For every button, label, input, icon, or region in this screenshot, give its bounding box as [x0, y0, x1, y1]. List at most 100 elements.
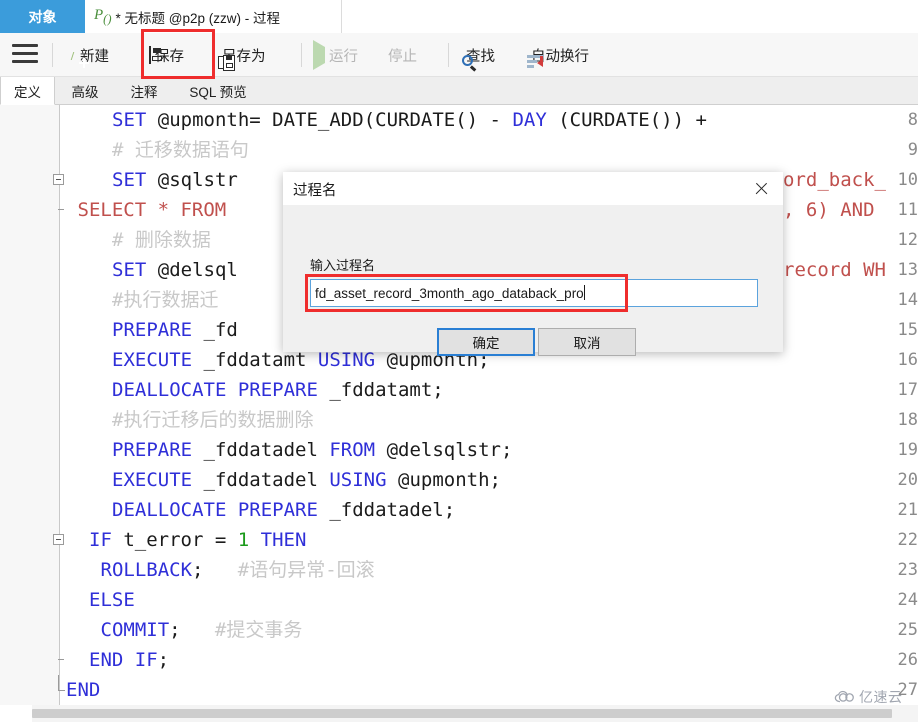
- code-token: ;: [169, 619, 181, 641]
- code-token: SET: [112, 259, 147, 281]
- text-caret: [583, 285, 585, 300]
- ok-button[interactable]: 确定: [437, 328, 535, 356]
- tab-advanced[interactable]: 高级: [55, 77, 115, 105]
- line-number: 23: [897, 560, 918, 580]
- code-token: _fddatamt;: [317, 379, 444, 401]
- code-token: +: [684, 109, 707, 131]
- code-token: ELSE: [89, 589, 135, 611]
- line-number: 25: [897, 620, 918, 640]
- watermark-text: 亿速云: [859, 689, 903, 705]
- code-token: EXECUTE: [112, 349, 193, 371]
- procedure-name-input-value: fd_asset_record_3month_ago_databack_pro: [315, 285, 585, 301]
- code-line: ROLLBACK; #语句异常-回滚: [66, 555, 375, 585]
- code-line: SET @upmonth= DATE_ADD(CURDATE() - DAY (…: [66, 105, 707, 135]
- code-line: # 删除数据: [66, 225, 211, 255]
- new-button[interactable]: 新建: [70, 40, 109, 70]
- code-token: (: [546, 109, 570, 131]
- line-number: 9: [907, 140, 918, 160]
- code-token: DEALLOCATE PREPARE: [112, 379, 318, 401]
- code-token: #提交事务: [180, 619, 303, 641]
- code-token: # 迁移数据语句: [112, 139, 249, 161]
- code-line: IF t_error = 1 THEN: [66, 525, 306, 555]
- code-line: # 迁移数据语句: [66, 135, 249, 165]
- code-line: PREPARE _fd: [66, 315, 238, 345]
- stop-button[interactable]: 停止: [384, 40, 417, 70]
- code-token: FROM: [329, 439, 376, 461]
- code-line-fragment: , 6) AND: [783, 199, 875, 221]
- code-token: @delsqlstr;: [375, 439, 513, 461]
- code-token: COMMIT: [100, 619, 170, 641]
- tab-definition[interactable]: 定义: [0, 77, 55, 105]
- procedure-name-dialog: 过程名 输入过程名 fd_asset_record_3month_ago_dat…: [283, 172, 783, 356]
- line-number: 24: [897, 590, 918, 610]
- code-token: ()): [649, 109, 685, 131]
- tab-comment[interactable]: 注释: [115, 77, 173, 105]
- hamburger-menu-icon[interactable]: [12, 44, 38, 65]
- code-line: SELECT * FROM: [66, 195, 227, 225]
- save-as-button[interactable]: 另存为: [218, 40, 266, 71]
- tab-document-procedure[interactable]: P() * 无标题 @p2p (zzw) - 过程: [85, 0, 341, 33]
- code-token: CURDATE: [375, 109, 456, 131]
- procedure-name-input[interactable]: fd_asset_record_3month_ago_databack_pro: [310, 279, 758, 307]
- line-number: 18: [897, 410, 918, 430]
- code-token: DEALLOCATE PREPARE: [112, 499, 318, 521]
- fold-toggle-icon[interactable]: [53, 165, 66, 195]
- code-token: 1: [237, 529, 250, 551]
- tab-objects[interactable]: 对象: [0, 0, 85, 33]
- code-token: PREPARE: [112, 319, 193, 341]
- fold-toggle-icon[interactable]: [53, 525, 66, 555]
- procedure-icon: P(): [94, 6, 112, 26]
- code-token: (): [455, 109, 479, 131]
- save-button[interactable]: 保存: [149, 40, 184, 70]
- tab-strip-empty-area: [341, 0, 918, 33]
- horizontal-scrollbar[interactable]: [0, 705, 918, 722]
- code-line: END: [66, 675, 100, 705]
- code-token: END IF: [89, 649, 158, 671]
- code-token: SET: [112, 169, 147, 191]
- code-token: SET: [112, 109, 147, 131]
- code-token: #执行迁移后的数据删除: [112, 409, 314, 431]
- code-token: _fddatadel: [192, 439, 330, 461]
- horizontal-scrollbar-thumb[interactable]: [32, 709, 892, 718]
- code-token: _fddatadel: [192, 469, 330, 491]
- code-token: #执行数据迁: [112, 289, 219, 311]
- code-token: ;: [192, 559, 204, 581]
- fold-range-marker: [53, 195, 66, 225]
- code-token: IF: [89, 529, 112, 551]
- find-button[interactable]: 查找: [462, 40, 495, 72]
- run-button[interactable]: 运行: [313, 40, 358, 70]
- toolbar-separator: [52, 43, 53, 67]
- editor-sub-tabs: 定义 高级 注释 SQL 预览: [0, 77, 918, 105]
- cancel-button[interactable]: 取消: [538, 328, 636, 356]
- tab-sql-preview[interactable]: SQL 预览: [173, 77, 263, 105]
- line-number: 22: [897, 530, 918, 550]
- code-token: _fd: [192, 319, 238, 341]
- code-token: EXECUTE: [112, 469, 193, 491]
- code-token: THEN: [260, 529, 307, 551]
- line-number: 15: [897, 320, 918, 340]
- line-number: 19: [897, 440, 918, 460]
- scrollbar-corner: [0, 705, 32, 722]
- code-token: USING: [317, 349, 376, 371]
- code-token: PREPARE: [112, 439, 193, 461]
- code-line: DEALLOCATE PREPARE _fddatamt;: [66, 375, 444, 405]
- code-line: #执行迁移后的数据删除: [66, 405, 313, 435]
- code-line: DEALLOCATE PREPARE _fddatadel;: [66, 495, 455, 525]
- code-token: #语句异常-回滚: [203, 559, 375, 581]
- code-line-fragment: record WH: [783, 259, 886, 281]
- code-line: SET @delsql: [66, 255, 238, 285]
- code-token: ;: [157, 649, 170, 671]
- code-line: EXECUTE _fddatadel USING @upmonth;: [66, 465, 501, 495]
- nav-cat-app-window: 对象 P() * 无标题 @p2p (zzw) - 过程 新建 保存 另存为 运…: [0, 0, 918, 722]
- code-token: @sqlstr: [146, 169, 238, 191]
- tab-strip-filler: [341, 0, 918, 33]
- toolbar-separator: [448, 43, 449, 67]
- word-wrap-button[interactable]: 自动换行: [527, 40, 589, 70]
- code-token: @delsql: [146, 259, 238, 281]
- watermark: 亿速云: [834, 687, 903, 707]
- close-x-icon[interactable]: [739, 172, 783, 205]
- code-token: (: [363, 109, 376, 131]
- code-token: @upmonth=: [146, 109, 273, 131]
- code-token: -: [478, 109, 513, 131]
- code-line: SET @sqlstr: [66, 165, 238, 195]
